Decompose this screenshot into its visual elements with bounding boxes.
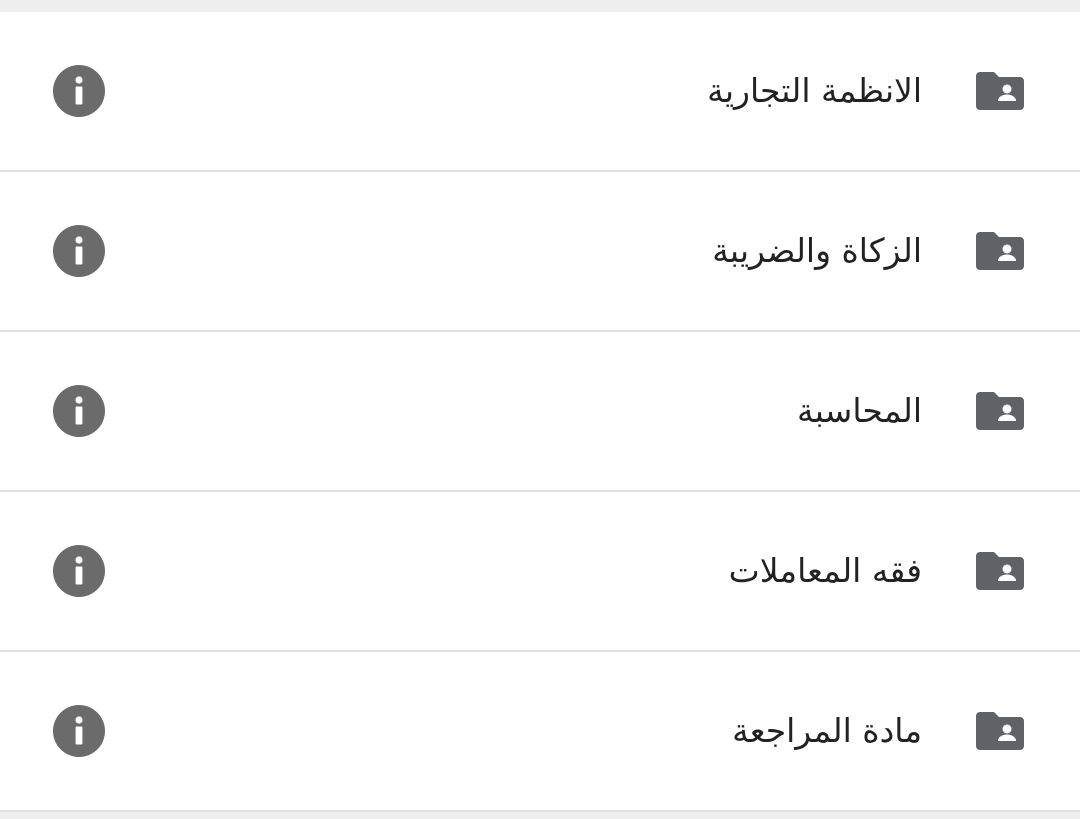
folder-shared-icon (976, 230, 1024, 270)
info-icon[interactable] (53, 225, 105, 277)
list-item[interactable]: فقه المعاملات (0, 492, 1080, 652)
top-strip (0, 0, 1080, 12)
info-icon[interactable] (53, 385, 105, 437)
list-item[interactable]: مادة المراجعة (0, 652, 1080, 812)
list-item-label: الزكاة والضريبة (712, 231, 922, 270)
folder-shared-icon (976, 550, 1024, 590)
info-icon[interactable] (53, 705, 105, 757)
folder-list: الانظمة التجارية الزكاة والضريبة المحاسب… (0, 12, 1080, 812)
info-icon[interactable] (53, 545, 105, 597)
folder-shared-icon (976, 710, 1024, 750)
list-item-label: مادة المراجعة (732, 711, 922, 750)
list-item[interactable]: الانظمة التجارية (0, 12, 1080, 172)
list-item-label: الانظمة التجارية (707, 71, 922, 110)
folder-shared-icon (976, 70, 1024, 110)
list-item-label: المحاسبة (797, 391, 922, 430)
folder-shared-icon (976, 390, 1024, 430)
list-item[interactable]: الزكاة والضريبة (0, 172, 1080, 332)
info-icon[interactable] (53, 65, 105, 117)
list-item[interactable]: المحاسبة (0, 332, 1080, 492)
list-item-label: فقه المعاملات (728, 551, 922, 590)
